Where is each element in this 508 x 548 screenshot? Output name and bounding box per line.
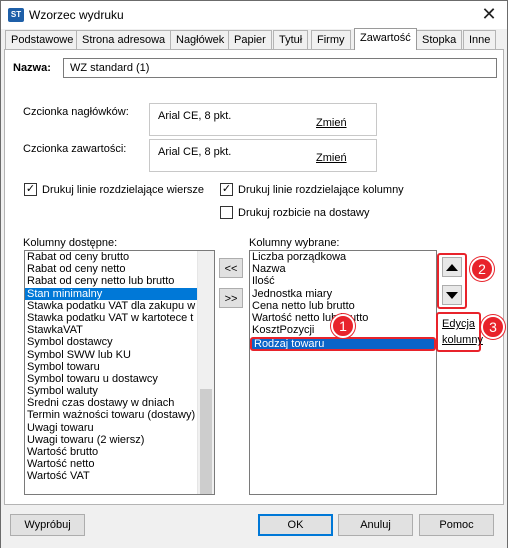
available-column-item[interactable]: Symbol dostawcy — [25, 336, 214, 348]
available-column-item[interactable]: Wartość VAT — [25, 470, 214, 482]
preview-button[interactable]: Wypróbuj — [10, 514, 85, 536]
available-column-item[interactable]: Stawka podatku VAT w kartotece t — [25, 312, 214, 324]
cancel-button[interactable]: Anuluj — [338, 514, 413, 536]
badge-2: 2 — [470, 257, 494, 281]
header-font-label: Czcionka nagłówków: — [23, 106, 129, 118]
move-up-button[interactable] — [442, 257, 462, 277]
close-icon[interactable]: ✕ — [475, 3, 503, 27]
footer-bar: Wypróbuj OK Anuluj Pomoc — [1, 506, 507, 548]
tab-strona-adresowa[interactable]: Strona adresowa — [76, 30, 172, 49]
tab-zawartosc[interactable]: Zawartość — [354, 28, 417, 50]
available-columns-label: Kolumny dostępne: — [23, 237, 118, 249]
available-column-item[interactable]: Symbol towaru — [25, 361, 214, 373]
available-column-item[interactable]: Wartość brutto — [25, 446, 214, 458]
tab-naglowek[interactable]: Nagłówek — [170, 30, 231, 49]
title-bar: ST Wzorzec wydruku ✕ — [1, 1, 507, 29]
available-column-item[interactable]: Rabat od ceny netto lub brutto — [25, 275, 214, 287]
badge-3: 3 — [481, 315, 505, 339]
chosen-columns-list[interactable]: Liczba porządkowa Nazwa Ilość Jednostka mia… — [249, 250, 437, 495]
chosen-column-item[interactable]: Jednostka miary — [250, 288, 436, 300]
tab-strip: Podstawowe Strona adresowa Nagłówek Papi… — [5, 28, 503, 50]
available-column-item[interactable]: Symbol towaru u dostawcy — [25, 373, 214, 385]
available-column-item[interactable]: Symbol waluty — [25, 385, 214, 397]
name-label: Nazwa: — [13, 62, 51, 74]
row-lines-checkbox[interactable]: ✓ — [24, 183, 37, 196]
available-column-item[interactable]: Rabat od ceny brutto — [25, 251, 214, 263]
available-column-item[interactable]: Termin ważności towaru (dostawy) — [25, 409, 214, 421]
header-font-change-link[interactable]: Zmień — [316, 117, 347, 129]
move-down-button[interactable] — [442, 285, 462, 305]
chosen-column-item[interactable]: Ilość — [250, 275, 436, 287]
chosen-column-item[interactable]: Cena netto lub brutto — [250, 300, 436, 312]
remove-column-button[interactable]: >> — [219, 288, 243, 308]
available-column-item[interactable]: StawkaVAT — [25, 324, 214, 336]
content-font-value: Arial CE, 8 pkt. — [158, 146, 232, 158]
column-lines-checkbox[interactable]: ✓ — [220, 183, 233, 196]
dialog-window: ST Wzorzec wydruku ✕ Podstawowe Strona a… — [0, 0, 508, 548]
available-column-item[interactable]: Stawka podatku VAT dla zakupu w — [25, 300, 214, 312]
window-title: Wzorzec wydruku — [29, 8, 124, 22]
add-column-button[interactable]: << — [219, 258, 243, 278]
content-font-change-link[interactable]: Zmień — [316, 152, 347, 164]
header-font-value: Arial CE, 8 pkt. — [158, 110, 232, 122]
content-font-box: Arial CE, 8 pkt. Zmień — [149, 139, 377, 172]
available-column-item[interactable]: Wartość netto — [25, 458, 214, 470]
ok-button[interactable]: OK — [258, 514, 333, 536]
badge-1: 1 — [331, 314, 355, 338]
available-column-item[interactable]: Średni czas dostawy w dniach — [25, 397, 214, 409]
arrow-up-icon — [446, 263, 458, 271]
app-icon: ST — [8, 8, 24, 22]
available-column-item[interactable]: Uwagi towaru — [25, 422, 214, 434]
tab-stopka[interactable]: Stopka — [416, 30, 463, 49]
arrow-down-icon — [446, 291, 458, 299]
available-column-item[interactable]: Stan minimalny — [25, 287, 214, 300]
tab-inne[interactable]: Inne — [463, 30, 497, 49]
chosen-column-item[interactable]: Rodzaj towaru — [250, 337, 436, 352]
chosen-column-item[interactable]: Nazwa — [250, 263, 436, 275]
tab-podstawowe[interactable]: Podstawowe — [5, 30, 80, 49]
available-list-scrollbar[interactable] — [197, 251, 214, 494]
header-font-box: Arial CE, 8 pkt. Zmień — [149, 103, 377, 136]
delivery-split-label: Drukuj rozbicie na dostawy — [238, 207, 370, 219]
help-button[interactable]: Pomoc — [419, 514, 494, 536]
content-font-label: Czcionka zawartości: — [23, 143, 127, 155]
content-panel: Nazwa: WZ standard (1) Czcionka nagłówkó… — [4, 49, 505, 505]
column-lines-label: Drukuj linie rozdzielające kolumny — [238, 184, 404, 196]
tab-tytul[interactable]: Tytuł — [273, 30, 309, 49]
tab-firmy[interactable]: Firmy — [311, 30, 351, 49]
chosen-columns-label: Kolumny wybrane: — [249, 237, 340, 249]
available-column-item[interactable]: Rabat od ceny netto — [25, 263, 214, 275]
edit-columns-link-line1[interactable]: Edycja — [442, 318, 475, 330]
chosen-column-item[interactable]: Liczba porządkowa — [250, 251, 436, 263]
row-lines-label: Drukuj linie rozdzielające wiersze — [42, 184, 205, 196]
scroll-thumb[interactable] — [200, 389, 212, 494]
available-column-item[interactable]: Uwagi towaru (2 wiersz) — [25, 434, 214, 446]
available-columns-list[interactable]: Rabat od ceny brutto Rabat od ceny netto R… — [24, 250, 215, 495]
edit-columns-link-line2[interactable]: kolumny — [442, 334, 483, 346]
delivery-split-checkbox[interactable] — [220, 206, 233, 219]
available-column-item[interactable]: Symbol SWW lub KU — [25, 349, 214, 361]
name-input[interactable]: WZ standard (1) — [63, 58, 497, 78]
tab-papier[interactable]: Papier — [228, 30, 272, 49]
